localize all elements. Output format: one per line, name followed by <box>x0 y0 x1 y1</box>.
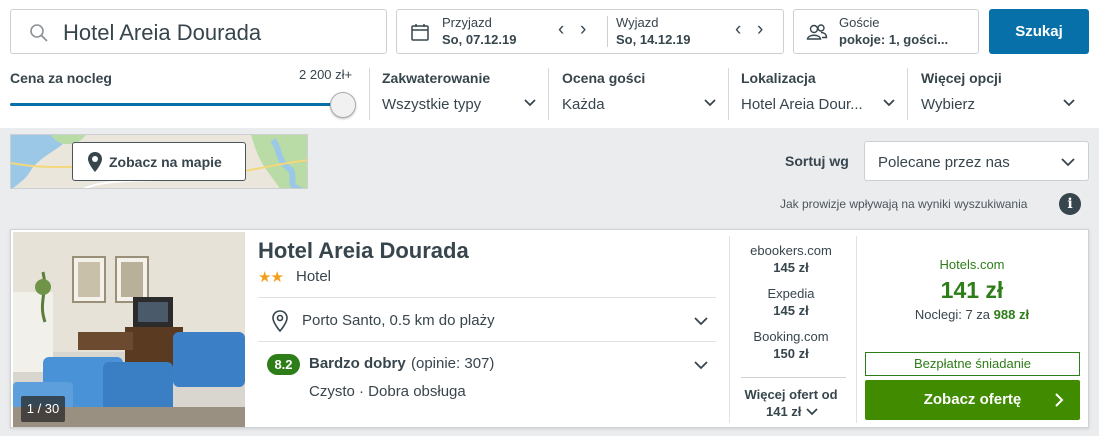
hotel-location[interactable]: Porto Santo, 0.5 km do plaży <box>302 312 495 329</box>
row-divider <box>258 297 716 298</box>
checkin-label: Przyjazd <box>442 15 492 30</box>
accommodation-filter-title: Zakwaterowanie <box>382 70 491 86</box>
view-offer-button[interactable]: Zobacz ofertę <box>865 380 1080 420</box>
free-breakfast-badge: Bezpłatne śniadanie <box>865 352 1080 376</box>
offer-item[interactable]: Expedia 145 zł <box>731 286 851 318</box>
info-icon[interactable]: i <box>1059 193 1081 215</box>
date-divider <box>607 16 608 47</box>
offers-divider <box>741 377 846 378</box>
filter-divider <box>369 68 370 120</box>
review-tags: Czysto · Dobra obsługa <box>309 383 466 400</box>
chevron-down-icon <box>1061 158 1075 167</box>
guests-selector[interactable]: Goście pokoje: 1, gości... <box>793 9 979 54</box>
hotel-type: Hotel <box>296 268 332 285</box>
hotel-result-card: 1 / 30 Hotel Areia Dourada ★★ Hotel Port… <box>10 229 1089 428</box>
guests-label: Goście <box>839 15 880 30</box>
offer-price: 145 zł <box>773 260 809 275</box>
checkout-next-arrow-icon[interactable]: › <box>757 19 763 41</box>
location-pin-icon <box>272 310 288 332</box>
filter-divider <box>548 68 549 120</box>
checkin-value[interactable]: So, 07.12.19 <box>442 32 516 47</box>
chevron-down-icon <box>883 99 895 107</box>
offer-site: ebookers.com <box>750 243 832 258</box>
checkout-value[interactable]: So, 14.12.19 <box>616 32 690 47</box>
best-offer-site: Hotels.com <box>939 257 1005 272</box>
more-offers-label[interactable]: Więcej ofert od <box>731 387 851 402</box>
price-filter: Cena za nocleg <box>10 68 290 118</box>
chevron-down-icon <box>1063 99 1075 107</box>
offer-site: Expedia <box>767 286 815 301</box>
rating-filter-value: Każda <box>562 96 605 113</box>
commission-info-link[interactable]: Jak prowizje wpływają na wyniki wyszukiw… <box>780 197 1027 211</box>
more-offers-price[interactable]: 141 zł <box>766 404 801 419</box>
price-filter-title: Cena za nocleg <box>10 70 112 86</box>
offer-price: 150 zł <box>773 346 809 361</box>
hotel-name[interactable]: Hotel Areia Dourada <box>258 238 469 264</box>
filter-divider <box>728 68 729 120</box>
accommodation-filter[interactable]: Zakwaterowanie Wszystkie typy <box>382 68 538 118</box>
map-pin-icon <box>88 152 102 172</box>
hotel-stars: ★★ <box>258 269 284 286</box>
destination-value: Hotel Areia Dourada <box>63 20 262 45</box>
chevron-down-icon <box>704 99 716 107</box>
location-filter-title: Lokalizacja <box>741 70 816 86</box>
people-icon <box>806 24 828 40</box>
rating-filter[interactable]: Ocena gości Każda <box>562 68 718 118</box>
chevron-right-icon <box>1055 393 1064 407</box>
best-offer-nights: Noclegi: 7 za 988 zł <box>865 307 1079 322</box>
search-icon <box>30 24 48 42</box>
date-picker[interactable]: Przyjazd So, 07.12.19 ‹ › Wyjazd So, 14.… <box>396 9 784 54</box>
best-offer-price: 141 zł <box>940 277 1004 303</box>
rating-filter-title: Ocena gości <box>562 70 646 86</box>
location-filter-value: Hotel Areia Dour... <box>741 96 863 113</box>
offer-item[interactable]: ebookers.com 145 zł <box>731 243 851 275</box>
nights-prefix: Noclegi: 7 za <box>914 307 991 322</box>
view-offer-label: Zobacz ofertę <box>923 391 1022 408</box>
rating-chevron-down-icon[interactable] <box>694 360 708 370</box>
location-chevron-down-icon[interactable] <box>694 316 708 326</box>
offer-site: Booking.com <box>753 329 829 344</box>
offer-price: 145 zł <box>773 303 809 318</box>
price-slider-track[interactable] <box>10 103 340 106</box>
destination-search-input[interactable]: Hotel Areia Dourada <box>10 9 387 54</box>
price-max-value: 2 200 zł+ <box>299 67 353 82</box>
column-divider <box>729 236 730 423</box>
accommodation-filter-value: Wszystkie typy <box>382 96 482 113</box>
more-options-value: Wybierz <box>921 96 976 113</box>
view-on-map-label: Zobacz na mapie <box>109 154 222 170</box>
row-divider <box>258 341 716 342</box>
checkout-label: Wyjazd <box>616 15 659 30</box>
guests-value: pokoje: 1, gości... <box>839 32 949 47</box>
chevron-down-icon <box>524 99 536 107</box>
rating-text[interactable]: Bardzo dobry <box>309 355 406 372</box>
search-button[interactable]: Szukaj <box>989 9 1089 54</box>
rating-score-badge: 8.2 <box>267 354 300 375</box>
checkin-next-arrow-icon[interactable]: › <box>580 19 586 41</box>
hotel-photo[interactable]: 1 / 30 <box>13 232 245 427</box>
sort-value: Polecane przez nas <box>878 154 1010 171</box>
nights-total: 988 zł <box>993 307 1030 322</box>
column-divider <box>856 236 857 423</box>
more-options-filter[interactable]: Więcej opcji Wybierz <box>921 68 1077 118</box>
sort-select[interactable]: Polecane przez nas <box>864 141 1089 181</box>
rating-count: (opinie: 307) <box>411 355 495 372</box>
sort-label: Sortuj wg <box>785 153 849 169</box>
filter-divider <box>907 68 908 120</box>
more-offers-chevron-down-icon[interactable] <box>806 408 818 416</box>
photo-counter: 1 / 30 <box>21 396 65 422</box>
price-slider-handle[interactable] <box>330 92 356 118</box>
view-on-map-button[interactable]: Zobacz na mapie <box>72 142 246 181</box>
calendar-icon <box>411 24 429 41</box>
location-filter[interactable]: Lokalizacja Hotel Areia Dour... <box>741 68 897 118</box>
checkout-prev-arrow-icon[interactable]: ‹ <box>735 19 741 41</box>
checkin-prev-arrow-icon[interactable]: ‹ <box>558 19 564 41</box>
offer-item[interactable]: Booking.com 150 zł <box>731 329 851 361</box>
more-options-title: Więcej opcji <box>921 70 1002 86</box>
